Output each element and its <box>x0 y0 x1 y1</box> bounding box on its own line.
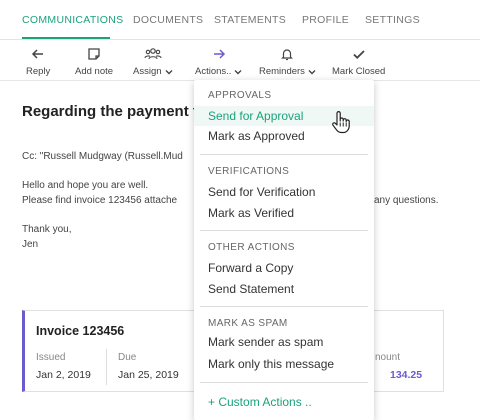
amount-label: nount <box>375 352 401 363</box>
amount-value: 134.25 <box>390 369 423 381</box>
arrow-right-icon <box>212 46 226 62</box>
mark-closed-label: Mark Closed <box>332 66 386 77</box>
menu-item-mark-as-verified[interactable]: Mark as Verified <box>194 203 374 223</box>
actions-button[interactable]: Actions.. <box>195 46 242 77</box>
email-cc: Cc: "Russell Mudgway (Russell.Mud <box>22 151 183 162</box>
assign-button[interactable]: Assign <box>133 46 173 77</box>
menu-separator <box>200 230 368 231</box>
issued-value: Jan 2, 2019 <box>36 369 91 381</box>
email-body-line: Please find invoice 123456 attache <box>22 195 178 206</box>
mark-closed-button[interactable]: Mark Closed <box>332 46 385 77</box>
menu-separator <box>200 382 368 383</box>
reminders-label: Reminders <box>259 66 305 77</box>
menu-item-mark-only-this-message[interactable]: Mark only this message <box>194 354 374 374</box>
menu-separator <box>200 154 368 155</box>
chevron-down-icon <box>165 69 173 74</box>
tab-settings[interactable]: SETTINGS <box>365 14 420 26</box>
menu-item-send-statement[interactable]: Send Statement <box>194 279 374 299</box>
reminders-button[interactable]: Reminders <box>259 46 316 77</box>
group-icon <box>144 46 162 62</box>
tab-documents[interactable]: DOCUMENTS <box>133 14 203 26</box>
note-icon <box>87 46 101 62</box>
menu-separator <box>200 306 368 307</box>
chevron-down-icon <box>308 69 316 74</box>
section-approvals: APPROVALS <box>208 90 272 101</box>
email-thanks: Thank you, <box>22 224 72 235</box>
due-label: Due <box>118 352 137 363</box>
tab-statements[interactable]: STATEMENTS <box>214 14 286 26</box>
reply-button[interactable]: Reply <box>26 46 50 77</box>
divider <box>106 349 107 385</box>
custom-actions-link[interactable]: + Custom Actions .. <box>208 395 312 409</box>
checkmark-icon <box>352 46 366 62</box>
reply-label: Reply <box>26 66 51 77</box>
add-note-label: Add note <box>75 66 114 77</box>
email-signature: Jen <box>22 239 39 250</box>
chevron-down-icon <box>234 69 242 74</box>
due-value: Jan 25, 2019 <box>118 369 179 381</box>
active-tab-indicator <box>22 37 110 39</box>
assign-label: Assign <box>133 66 162 77</box>
arrow-left-icon <box>31 46 45 62</box>
email-greeting: Hello and hope you are well. <box>22 180 149 191</box>
section-other-actions: OTHER ACTIONS <box>208 242 295 253</box>
tab-communications[interactable]: COMMUNICATIONS <box>22 14 123 26</box>
menu-item-send-for-verification[interactable]: Send for Verification <box>194 182 374 202</box>
actions-label: Actions.. <box>195 66 232 77</box>
email-body-line-tail: any questions. <box>374 195 439 206</box>
tab-bar: COMMUNICATIONS DOCUMENTS STATEMENTS PROF… <box>0 0 480 40</box>
issued-label: Issued <box>36 352 66 363</box>
section-mark-as-spam: MARK AS SPAM <box>208 318 288 329</box>
menu-item-forward-a-copy[interactable]: Forward a Copy <box>194 258 374 278</box>
add-note-button[interactable]: Add note <box>75 46 113 77</box>
menu-item-mark-sender-as-spam[interactable]: Mark sender as spam <box>194 332 374 352</box>
toolbar: Reply Add note Assign Actions.. Reminder… <box>0 41 480 81</box>
email-subject: Regarding the payment fo <box>22 103 208 120</box>
section-verifications: VERIFICATIONS <box>208 166 290 177</box>
bell-icon <box>280 46 294 62</box>
tab-profile[interactable]: PROFILE <box>302 14 349 26</box>
invoice-title: Invoice 123456 <box>36 324 125 338</box>
hand-pointer-cursor-icon <box>332 111 350 134</box>
